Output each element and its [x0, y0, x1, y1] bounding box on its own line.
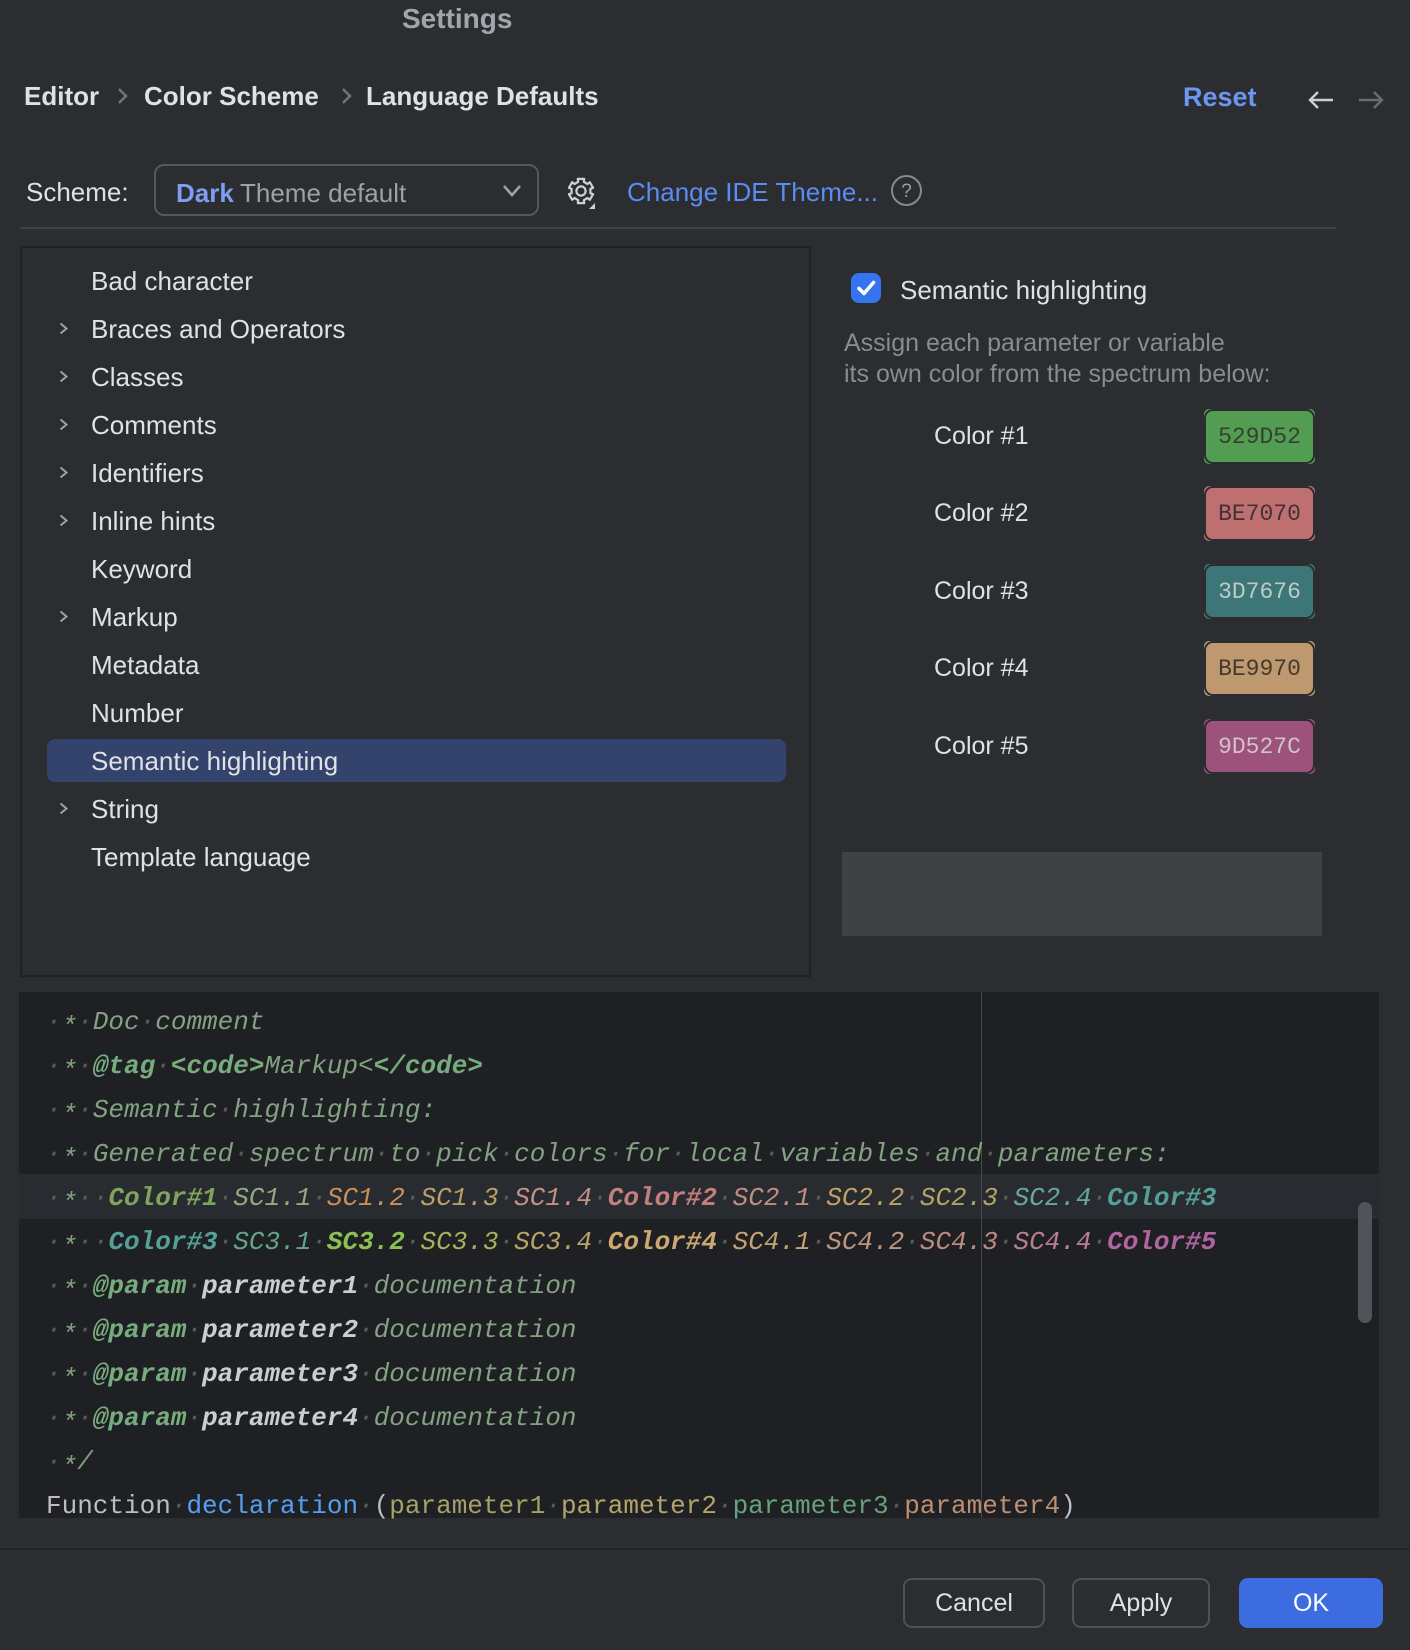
svg-text:?: ?	[901, 181, 912, 202]
